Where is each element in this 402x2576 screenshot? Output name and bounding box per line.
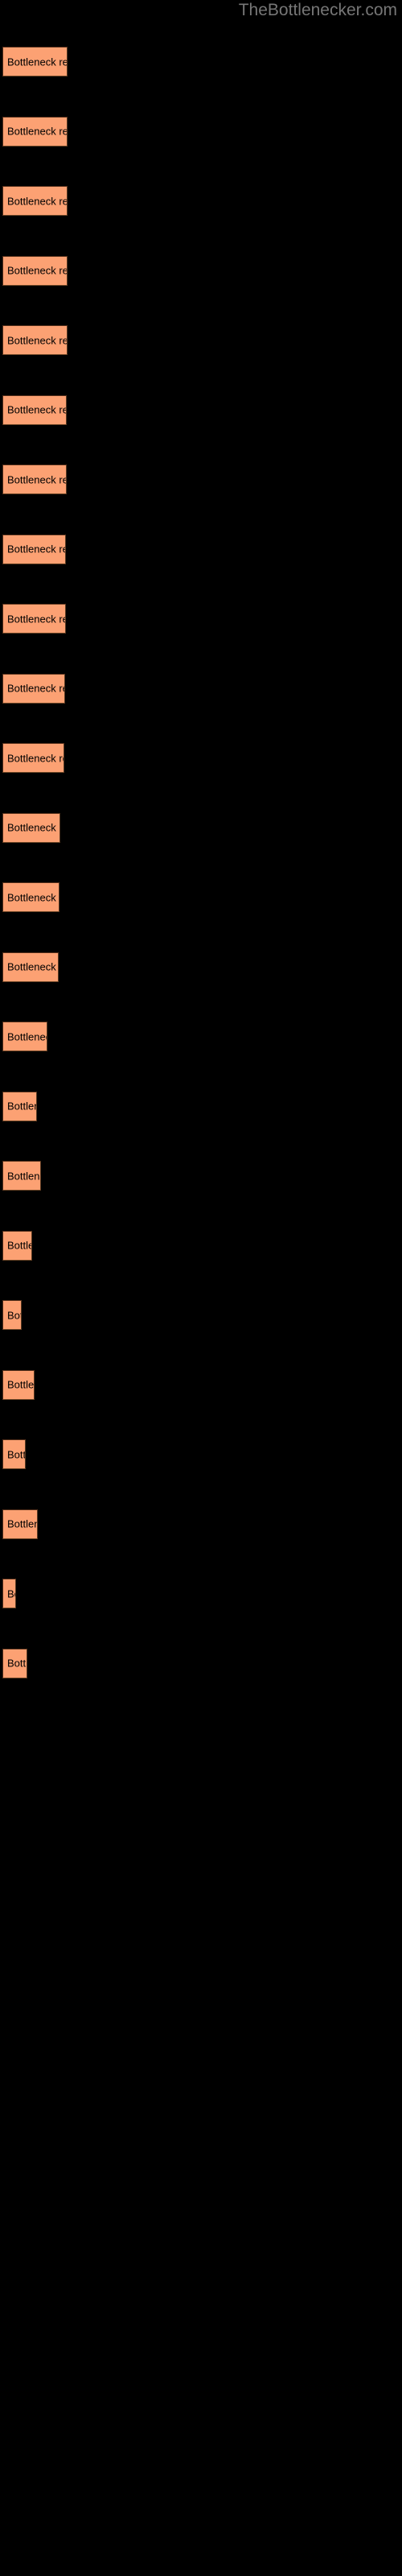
bar-label: Bottleneck result [7, 264, 67, 277]
bar-label: Bottleneck result [7, 960, 58, 973]
bar-5[interactable]: Bottleneck result [2, 325, 68, 355]
bar-18[interactable]: Bottleneck result [2, 1230, 32, 1261]
bar-label: Bottleneck result [7, 543, 65, 555]
bar-label: Bottleneck result [7, 125, 67, 138]
bar-10[interactable]: Bottleneck result [2, 673, 65, 704]
bar-label: Bottleneck result [7, 752, 64, 764]
bar-3[interactable]: Bottleneck result [2, 186, 68, 216]
bar-8[interactable]: Bottleneck result [2, 534, 66, 564]
bar-9[interactable]: Bottleneck result [2, 604, 66, 634]
bar-6[interactable]: Bottleneck result [2, 394, 67, 425]
bar-17[interactable]: Bottleneck result [2, 1161, 41, 1191]
bar-19[interactable]: Bottleneck result [2, 1300, 22, 1330]
bar-15[interactable]: Bottleneck result [2, 1022, 47, 1051]
plot-area: Bottleneck result Bottleneck result Bottle… [0, 0, 402, 2576]
bar-1[interactable]: Bottleneck result [2, 47, 68, 76]
bar-label: Bottleneck result [7, 1239, 31, 1252]
bar-4[interactable]: Bottleneck result [2, 255, 68, 286]
bar-label: Bottleneck result [7, 682, 64, 695]
bar-label: Bottleneck result [7, 195, 67, 207]
bar-label: Bottleneck result [7, 821, 59, 834]
bar-20[interactable]: Bottleneck result [2, 1369, 35, 1400]
bar-label: Bottleneck result [7, 1100, 36, 1113]
bar-label: Bottleneck result [7, 334, 67, 346]
bar-7[interactable]: Bottleneck result [2, 464, 67, 494]
bar-23[interactable]: Bottleneck result [2, 1579, 16, 1608]
bar-label: Bottleneck result [7, 1030, 47, 1042]
bar-label: Bottleneck result [7, 1309, 21, 1321]
bar-label: Bottleneck result [7, 56, 67, 68]
bar-label: Bottleneck result [7, 403, 66, 416]
bar-12[interactable]: Bottleneck result [2, 812, 60, 843]
bar-label: Bottleneck result [7, 1587, 15, 1600]
bar-14[interactable]: Bottleneck result [2, 952, 59, 982]
bar-24[interactable]: Bottleneck result [2, 1648, 27, 1678]
bar-16[interactable]: Bottleneck result [2, 1091, 37, 1121]
bar-22[interactable]: Bottleneck result [2, 1509, 38, 1539]
bar-label: Bottleneck result [7, 613, 65, 625]
bar-label: Bottleneck result [7, 1517, 37, 1530]
bar-label: Bottleneck result [7, 1448, 26, 1460]
bar-label: Bottleneck result [7, 473, 66, 485]
bar-21[interactable]: Bottleneck result [2, 1439, 26, 1469]
bar-chart-root: TheBottlenecker.com Bottleneck resultBot… [0, 0, 402, 2576]
bar-11[interactable]: Bottleneck result [2, 743, 64, 773]
bar-2[interactable]: Bottleneck result [2, 116, 68, 147]
bar-label: Bottleneck result [7, 1378, 35, 1391]
bar-label: Bottleneck result [7, 1170, 40, 1182]
bar-13[interactable]: Bottleneck result [2, 882, 59, 912]
bar-label: Bottleneck result [7, 891, 59, 903]
bar-label: Bottleneck result [7, 1657, 27, 1670]
